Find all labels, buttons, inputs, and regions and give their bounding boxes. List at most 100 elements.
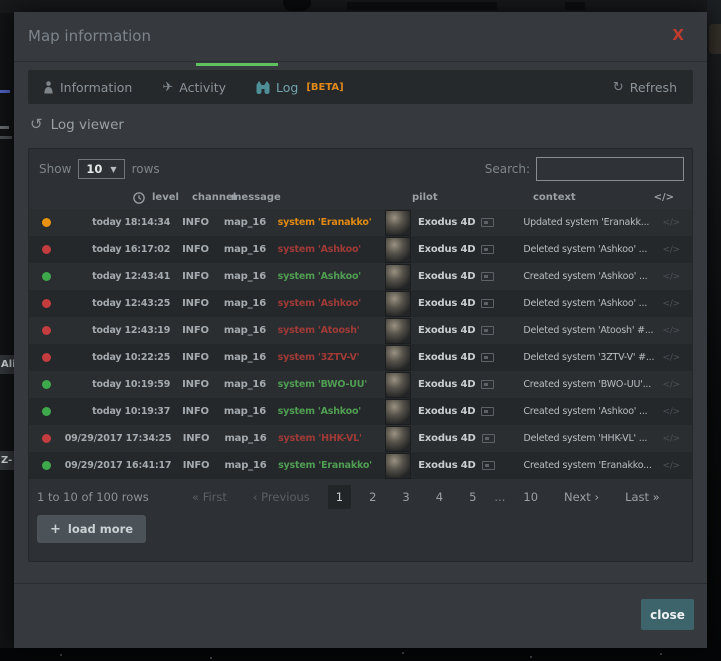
log-time: today 10:19:37 xyxy=(65,406,170,417)
table-row[interactable]: today 12:43:25 INFO map_16 system 'Ashko… xyxy=(29,290,692,317)
pagination-page-4[interactable]: 4 xyxy=(428,485,451,509)
row-code-icon[interactable]: </> xyxy=(662,353,692,363)
pagination-page-5[interactable]: 5 xyxy=(461,485,484,509)
status-dot-icon xyxy=(42,407,51,416)
log-message: system 'Eranakko' xyxy=(270,217,379,228)
table-row[interactable]: today 18:14:34 INFO map_16 system 'Erana… xyxy=(29,209,692,236)
table-row[interactable]: today 16:17:02 INFO map_16 system 'Ashko… xyxy=(29,236,692,263)
header-context[interactable]: context xyxy=(533,192,576,203)
background-top-tab xyxy=(283,0,311,11)
background-left-strip xyxy=(0,13,14,661)
row-code-icon[interactable]: </> xyxy=(662,434,692,444)
row-code-icon[interactable]: </> xyxy=(662,380,692,390)
background-right-strip xyxy=(707,0,721,661)
pilot-avatar xyxy=(385,291,411,317)
pilot-name: Exodus 4D xyxy=(418,406,475,417)
close-icon[interactable]: X xyxy=(672,26,684,44)
row-code-icon[interactable]: </> xyxy=(662,407,692,417)
log-context: Created system 'Ashkoo' ... xyxy=(517,406,662,417)
table-row[interactable]: 09/29/2017 16:41:17 INFO map_16 system '… xyxy=(29,452,692,479)
rows-label: rows xyxy=(132,162,160,176)
log-level: INFO xyxy=(170,325,218,336)
tab-log[interactable]: Log [BETA] xyxy=(241,70,359,104)
row-code-icon[interactable]: </> xyxy=(662,245,692,255)
log-context: Created system 'Eranakko... xyxy=(518,460,663,471)
history-icon: ↺ xyxy=(30,115,43,133)
pilot-name: Exodus 4D xyxy=(418,352,475,363)
pagination-previous[interactable]: ‹ Previous xyxy=(244,485,319,509)
status-dot-icon xyxy=(42,353,51,362)
log-level: INFO xyxy=(170,271,218,282)
pagination-next[interactable]: Next › xyxy=(555,485,608,509)
log-time: today 12:43:25 xyxy=(65,298,170,309)
pagination-page-2[interactable]: 2 xyxy=(361,485,384,509)
search-input[interactable] xyxy=(536,157,684,181)
table-body: today 18:14:34 INFO map_16 system 'Erana… xyxy=(29,209,692,479)
pilot-avatar xyxy=(385,426,411,452)
log-message: system 'Ashkoo' xyxy=(270,298,379,309)
table-row[interactable]: today 12:43:41 INFO map_16 system 'Ashko… xyxy=(29,263,692,290)
pilot-name: Exodus 4D xyxy=(418,460,475,471)
log-level: INFO xyxy=(171,460,219,471)
background-map-fragment xyxy=(0,126,9,129)
table-row[interactable]: today 10:19:37 INFO map_16 system 'Ashko… xyxy=(29,398,692,425)
dialog-footer: close xyxy=(14,583,707,648)
pagination-page-1[interactable]: 1 xyxy=(328,485,351,509)
pagination-first[interactable]: « First xyxy=(183,485,236,509)
pagination-last[interactable]: Last » xyxy=(616,485,669,509)
log-level: INFO xyxy=(170,217,218,228)
table-row[interactable]: today 10:22:25 INFO map_16 system '3ZTV-… xyxy=(29,344,692,371)
id-card-icon xyxy=(481,245,494,254)
id-card-icon xyxy=(481,299,494,308)
log-viewer-title: Log viewer xyxy=(51,117,124,133)
log-time: 09/29/2017 17:34:25 xyxy=(65,433,171,444)
id-card-icon xyxy=(481,218,494,227)
pagination-page-10[interactable]: 10 xyxy=(515,485,546,509)
rows-per-page-select[interactable]: 10 ▼ xyxy=(78,159,124,179)
row-code-icon[interactable]: </> xyxy=(662,461,692,471)
header-code-icon: </> xyxy=(654,192,674,203)
log-time: today 10:19:59 xyxy=(65,379,170,390)
row-code-icon[interactable]: </> xyxy=(662,299,692,309)
pagination-page-3[interactable]: 3 xyxy=(394,485,417,509)
tab-log-label: Log xyxy=(276,80,298,95)
log-context: Deleted system 'HHK-VL' ... xyxy=(518,433,663,444)
status-dot-icon xyxy=(42,461,51,470)
tab-information[interactable]: Information xyxy=(28,70,147,104)
log-time: today 12:43:41 xyxy=(65,271,170,282)
table-row[interactable]: today 12:43:19 INFO map_16 system 'Atoos… xyxy=(29,317,692,344)
background-top-menu xyxy=(347,2,497,10)
log-channel: map_16 xyxy=(218,433,270,444)
table-row[interactable]: 09/29/2017 17:34:25 INFO map_16 system '… xyxy=(29,425,692,452)
search-group: Search: xyxy=(485,157,684,181)
log-context: Deleted system '3ZTV-V' #... xyxy=(517,352,662,363)
status-dot-icon xyxy=(42,434,51,443)
status-dot-icon xyxy=(42,218,51,227)
row-code-icon[interactable]: </> xyxy=(662,218,692,228)
pilot-name: Exodus 4D xyxy=(418,298,475,309)
active-tab-indicator xyxy=(196,63,278,66)
pilot-avatar xyxy=(385,453,411,479)
pilot-name: Exodus 4D xyxy=(418,217,475,228)
pagination-ellipsis: ... xyxy=(494,490,505,504)
close-button[interactable]: close xyxy=(641,599,694,630)
refresh-button[interactable]: ↻ Refresh xyxy=(597,70,693,104)
row-code-icon[interactable]: </> xyxy=(662,326,692,336)
log-channel: map_16 xyxy=(218,352,270,363)
header-channel[interactable]: channel xyxy=(192,192,236,203)
header-level[interactable]: level xyxy=(152,192,179,203)
tab-activity-label: Activity xyxy=(179,80,226,95)
load-more-button[interactable]: + load more xyxy=(37,515,146,543)
tab-activity[interactable]: ✈ Activity xyxy=(147,70,241,104)
row-code-icon[interactable]: </> xyxy=(662,272,692,282)
log-channel: map_16 xyxy=(218,298,270,309)
table-row[interactable]: today 10:19:59 INFO map_16 system 'BWO-U… xyxy=(29,371,692,398)
rows-per-page-value: 10 xyxy=(86,162,102,176)
log-context: Created system 'BWO-UU'... xyxy=(517,379,662,390)
pilot-avatar xyxy=(385,318,411,344)
log-level: INFO xyxy=(170,406,218,417)
beta-badge: [BETA] xyxy=(306,82,343,93)
status-dot-icon xyxy=(42,326,51,335)
header-pilot[interactable]: pilot xyxy=(412,192,438,203)
header-message[interactable]: message xyxy=(231,192,281,203)
